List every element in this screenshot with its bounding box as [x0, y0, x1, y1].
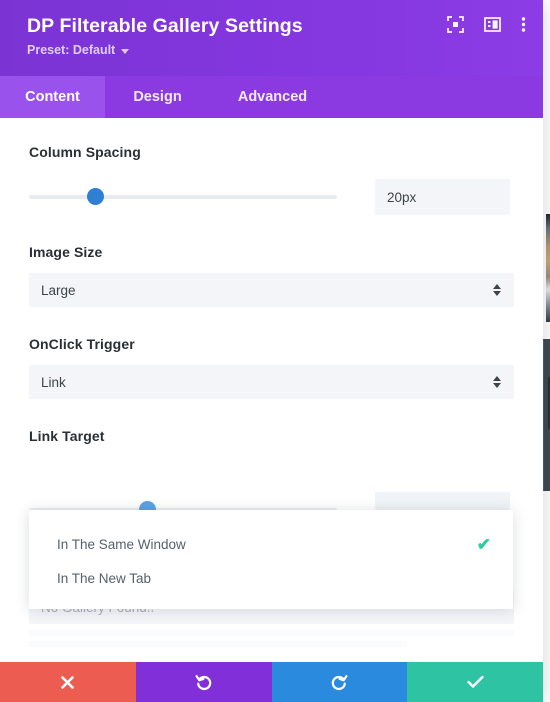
onclick-trigger-label: OnClick Trigger — [29, 336, 135, 352]
slider-handle[interactable] — [87, 188, 104, 205]
tab-content[interactable]: Content — [0, 76, 105, 118]
image-size-label: Image Size — [29, 244, 103, 260]
column-spacing-label: Column Spacing — [29, 144, 141, 160]
link-target-label: Link Target — [29, 428, 105, 444]
preset-selector[interactable]: Preset: Default — [27, 43, 523, 57]
save-button[interactable] — [407, 662, 543, 702]
cancel-button[interactable] — [0, 662, 136, 702]
more-vertical-icon[interactable] — [521, 16, 526, 38]
header-icon-group — [447, 16, 526, 38]
option-label: In The New Tab — [57, 570, 152, 586]
undo-button[interactable] — [135, 662, 272, 702]
link-target-option-same-window[interactable]: In The Same Window ✔ — [29, 527, 513, 561]
field-onclick-trigger: OnClick Trigger Link — [0, 307, 543, 399]
check-icon — [466, 675, 484, 688]
close-icon — [61, 675, 75, 689]
settings-modal: DP Filterable Gallery Settings Preset: D… — [0, 0, 543, 702]
tab-bar: Content Design Advanced — [0, 76, 543, 118]
obscured-content-below — [0, 624, 543, 647]
layout-panel-icon[interactable] — [484, 16, 501, 38]
field-link-target: Link Target — [0, 399, 543, 444]
onclick-trigger-value: Link — [41, 374, 66, 390]
option-label: In The Same Window — [57, 536, 186, 552]
onclick-trigger-select[interactable]: Link — [29, 365, 514, 399]
undo-icon — [195, 674, 212, 690]
tab-advanced[interactable]: Advanced — [210, 76, 335, 118]
spinner-arrows-icon — [493, 376, 501, 388]
link-target-option-new-tab[interactable]: In The New Tab — [29, 561, 513, 595]
image-size-value: Large — [41, 282, 76, 298]
spinner-arrows-icon — [493, 284, 501, 296]
focus-icon[interactable] — [447, 16, 464, 38]
column-spacing-slider[interactable] — [29, 188, 337, 206]
action-bar — [0, 662, 543, 702]
field-image-size: Image Size Large — [0, 215, 543, 307]
redo-button[interactable] — [271, 662, 408, 702]
slider-track[interactable] — [29, 195, 337, 199]
preset-label: Preset: Default — [27, 43, 116, 58]
check-icon: ✔ — [476, 534, 491, 554]
settings-body: Column Spacing 20px Image Size Large OnC… — [0, 118, 543, 662]
tab-design[interactable]: Design — [105, 76, 210, 118]
chevron-down-icon — [121, 48, 130, 54]
page-image-sliver — [546, 214, 550, 322]
modal-header: DP Filterable Gallery Settings Preset: D… — [0, 0, 543, 76]
redo-icon — [331, 674, 348, 690]
link-target-dropdown[interactable]: In The Same Window ✔ In The New Tab — [29, 510, 513, 609]
column-spacing-value-input[interactable]: 20px — [375, 179, 510, 215]
page-dark-panel — [543, 339, 550, 491]
field-column-spacing: Column Spacing 20px — [0, 118, 543, 215]
image-size-select[interactable]: Large — [29, 273, 514, 307]
